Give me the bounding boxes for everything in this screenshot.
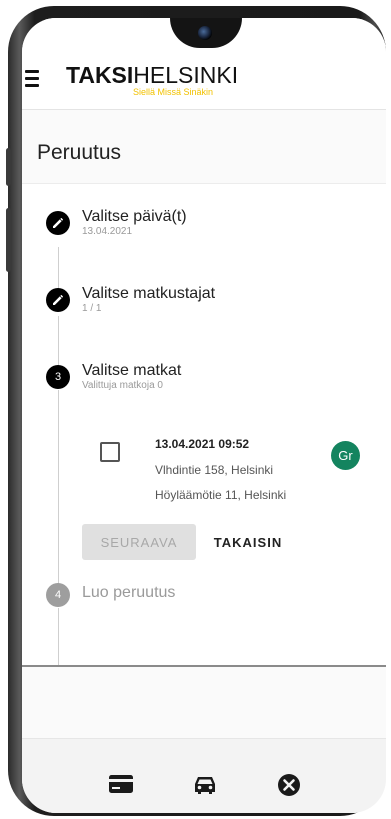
step-connector — [58, 608, 59, 665]
credit-card-icon[interactable] — [108, 774, 134, 799]
back-button[interactable]: TAKAISIN — [206, 524, 290, 560]
trip-to-address: Höyläämötie 11, Helsinki — [155, 488, 287, 502]
empty-band — [22, 667, 386, 739]
volume-down-button — [6, 208, 11, 272]
cancel-circle-icon[interactable] — [277, 773, 301, 802]
step-3-subtitle: Valittuja matkoja 0 — [82, 380, 163, 391]
step-4-number: 4 — [46, 583, 70, 607]
trip-datetime: 13.04.2021 09:52 — [155, 437, 250, 451]
step-1-title[interactable]: Valitse päivä(t) — [82, 208, 187, 226]
logo-tagline: Siellä Missä Sinäkin — [133, 87, 214, 97]
step-2-title[interactable]: Valitse matkustajat — [82, 285, 215, 303]
taksi-helsinki-logo: TAKSIHELSINKI Siellä Missä Sinäkin — [66, 62, 239, 97]
logo-bold-text: TAKSI — [66, 62, 134, 88]
trip-select-checkbox[interactable] — [100, 442, 120, 462]
avatar: Gr — [331, 441, 360, 470]
step-2-subtitle: 1 / 1 — [82, 303, 102, 314]
logo-light-text: HELSINKI — [133, 62, 239, 88]
step-connector — [58, 390, 59, 585]
step-1-edit-icon[interactable] — [46, 211, 70, 235]
step-4-title: Luo peruutus — [82, 584, 176, 601]
phone-device: TAKSIHELSINKI Siellä Missä Sinäkin Peruu… — [0, 0, 391, 819]
step-3-title: Valitse matkat — [82, 362, 182, 379]
car-icon[interactable] — [193, 774, 217, 801]
volume-up-button — [6, 148, 11, 186]
step-3-number: 3 — [46, 365, 70, 389]
trip-from-address: Vlhdintie 158, Helsinki — [155, 463, 274, 477]
menu-icon[interactable] — [25, 70, 39, 88]
next-button[interactable]: SEURAAVA — [82, 524, 196, 560]
step-2-edit-icon[interactable] — [46, 288, 70, 312]
front-camera — [198, 26, 212, 40]
step-1-subtitle: 13.04.2021 — [82, 226, 133, 237]
pencil-icon — [53, 218, 63, 228]
page-title: Peruutus — [37, 141, 122, 164]
bottom-navigation — [22, 739, 386, 813]
pencil-icon — [53, 295, 63, 305]
phone-screen: TAKSIHELSINKI Siellä Missä Sinäkin Peruu… — [22, 18, 386, 813]
